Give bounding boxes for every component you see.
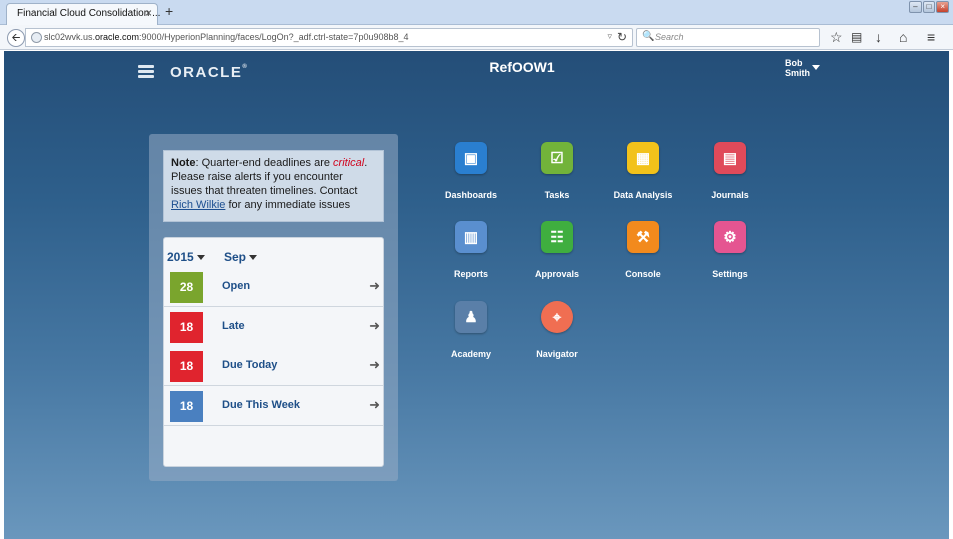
tile-label: Tasks: [544, 190, 570, 200]
bookmark-star-icon[interactable]: ☆: [830, 29, 843, 46]
data-analysis-icon: ▦: [627, 142, 659, 174]
tile-label: Reports: [453, 269, 488, 279]
arrow-right-icon: ➜: [369, 357, 380, 372]
new-tab-button[interactable]: +: [165, 3, 173, 19]
task-status-card: 2015 Sep 28 Open ➜ 18 Late ➜ 18 Due Toda…: [163, 237, 384, 467]
status-row-late[interactable]: 18 Late ➜: [164, 307, 383, 347]
status-label: Late: [222, 320, 245, 332]
bookmarks-list-icon[interactable]: ▤: [851, 30, 862, 44]
minimize-button[interactable]: –: [909, 1, 922, 13]
browser-tab[interactable]: Financial Cloud Consolidation ... ×: [6, 3, 161, 25]
globe-icon: [31, 32, 42, 43]
note-label: Note: [171, 157, 196, 169]
close-window-button[interactable]: ×: [936, 1, 950, 13]
tile-console[interactable]: ⚒ Console: [602, 221, 682, 291]
arrow-right-icon: ➜: [369, 318, 380, 333]
reports-icon: ▥: [455, 221, 487, 253]
reload-icon[interactable]: ↻: [617, 30, 627, 44]
arrow-right-icon: ➜: [369, 397, 380, 412]
month-selector[interactable]: Sep: [224, 250, 258, 264]
browser-window: Financial Cloud Consolidation ... × + – …: [0, 0, 953, 539]
search-placeholder: Search: [655, 32, 684, 42]
tile-reports[interactable]: ▥ Reports: [430, 221, 510, 291]
tile-academy[interactable]: ♟ Academy: [430, 301, 510, 371]
tile-label: Navigator: [536, 349, 578, 359]
tile-label: Console: [625, 269, 661, 279]
arrow-right-icon: ➜: [369, 278, 380, 293]
address-bar[interactable]: slc02wvk.us.oracle.com:9000/HyperionPlan…: [25, 28, 633, 47]
academy-icon: ♟: [455, 301, 487, 333]
hamburger-menu-icon[interactable]: [138, 65, 154, 78]
url-text: slc02wvk.us.oracle.com:9000/HyperionPlan…: [44, 32, 409, 42]
console-icon: ⚒: [627, 221, 659, 253]
navigator-icon: ⌖: [541, 301, 573, 333]
search-input[interactable]: 🔍 Search: [636, 28, 820, 47]
tile-dashboards[interactable]: ▣ Dashboards: [430, 142, 510, 212]
status-label: Due This Week: [222, 399, 301, 411]
status-row-open[interactable]: 28 Open ➜: [164, 267, 383, 307]
dashboard-icon: ▣: [455, 142, 487, 174]
tab-bar: Financial Cloud Consolidation ... × + – …: [0, 0, 953, 25]
download-icon[interactable]: ↓: [875, 29, 882, 45]
settings-icon: ⚙: [714, 221, 746, 253]
tile-data-analysis[interactable]: ▦ Data Analysis: [602, 142, 682, 212]
tile-label: Academy: [450, 349, 492, 359]
maximize-button[interactable]: □: [922, 1, 936, 13]
url-dropdown-icon[interactable]: ▿: [607, 31, 612, 42]
status-panel: Note: Quarter-end deadlines are critical…: [149, 134, 398, 481]
back-button[interactable]: 🡨: [7, 29, 25, 47]
search-icon: 🔍: [642, 31, 655, 42]
tile-navigator[interactable]: ⌖ Navigator: [516, 301, 596, 371]
tile-label: Settings: [712, 269, 748, 279]
window-controls: – □ ×: [909, 1, 950, 13]
user-menu[interactable]: Bob Smith: [785, 58, 810, 78]
close-tab-icon[interactable]: ×: [145, 6, 152, 20]
app-title: RefOOW1: [489, 59, 555, 75]
chevron-down-icon: [196, 255, 205, 261]
contact-link[interactable]: Rich Wilkie: [171, 199, 225, 211]
app-home: ORACLE® RefOOW1 Bob Smith Note: Quarter-…: [4, 51, 949, 539]
tab-title: Financial Cloud Consolidation ...: [17, 8, 161, 19]
count-badge: 18: [170, 312, 203, 343]
tile-label: Data Analysis: [613, 190, 673, 200]
status-label: Open: [222, 280, 251, 292]
count-badge: 28: [170, 272, 203, 303]
announcement-note: Note: Quarter-end deadlines are critical…: [163, 150, 384, 222]
chevron-down-icon: [249, 255, 258, 261]
tile-settings[interactable]: ⚙ Settings: [689, 221, 769, 291]
tile-label: Journals: [711, 190, 749, 200]
oracle-logo: ORACLE®: [170, 64, 247, 81]
user-menu-caret-icon[interactable]: [812, 65, 820, 70]
status-row-due-this-week[interactable]: 18 Due This Week ➜: [164, 386, 383, 426]
status-label: Due Today: [222, 359, 278, 371]
user-last-name: Smith: [785, 68, 811, 78]
tile-label: Approvals: [534, 269, 579, 279]
tile-approvals[interactable]: ☷ Approvals: [516, 221, 596, 291]
menu-icon[interactable]: ≡: [927, 29, 935, 45]
journals-icon: ▤: [714, 142, 746, 174]
user-first-name: Bob: [785, 58, 803, 68]
tile-tasks[interactable]: ☑ Tasks: [516, 142, 596, 212]
approvals-icon: ☷: [541, 221, 573, 253]
navigation-bar: 🡨 slc02wvk.us.oracle.com:9000/HyperionPl…: [0, 25, 953, 50]
tasks-icon: ☑: [541, 142, 573, 174]
status-row-due-today[interactable]: 18 Due Today ➜: [164, 346, 383, 386]
year-selector[interactable]: 2015: [167, 250, 205, 264]
home-icon[interactable]: ⌂: [899, 29, 907, 45]
count-badge: 18: [170, 391, 203, 422]
count-badge: 18: [170, 351, 203, 382]
critical-text: critical: [333, 157, 365, 169]
tile-label: Dashboards: [444, 190, 497, 200]
tile-journals[interactable]: ▤ Journals: [689, 142, 769, 212]
